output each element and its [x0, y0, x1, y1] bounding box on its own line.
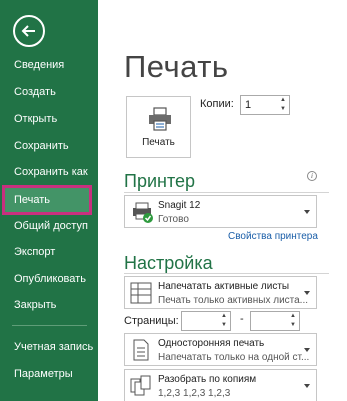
- spin-up-icon[interactable]: ▲: [277, 96, 289, 105]
- printer-section-heading: Принтер: [124, 171, 196, 191]
- spin-up-icon[interactable]: ▲: [287, 312, 299, 321]
- printer-name: Snagit 12: [158, 200, 201, 211]
- spin-down-icon[interactable]: ▼: [218, 321, 230, 330]
- backstage-sidebar: Сведения Создать Открыть Сохранить Сохра…: [0, 0, 98, 401]
- nav-new[interactable]: Создать: [0, 79, 98, 105]
- print-button-label: Печать: [142, 137, 175, 148]
- nav-account[interactable]: Учетная запись: [0, 334, 98, 360]
- nav-close[interactable]: Закрыть: [0, 292, 98, 318]
- nav-export[interactable]: Экспорт: [0, 239, 98, 265]
- printer-properties-link[interactable]: Свойства принтера: [228, 231, 318, 242]
- collate-icon: [130, 375, 151, 396]
- copies-value: 1: [245, 99, 252, 111]
- info-icon[interactable]: i: [307, 171, 317, 181]
- chevron-down-icon: [304, 210, 310, 214]
- settings-section-heading: Настройка: [124, 253, 213, 273]
- one-sided-page-icon: [133, 339, 149, 361]
- arrow-left-icon: [21, 25, 35, 37]
- nav-publish[interactable]: Опубликовать: [0, 266, 98, 292]
- printer-status: Готово: [158, 214, 189, 225]
- copies-label: Копии:: [200, 98, 234, 110]
- sides-desc: Напечатать только на одной ст...: [158, 352, 310, 363]
- collate-desc: 1,2,3 1,2,3 1,2,3: [158, 388, 231, 399]
- section-divider: [124, 192, 329, 193]
- nav-share[interactable]: Общий доступ: [0, 213, 98, 239]
- collate-title: Разобрать по копиям: [158, 374, 257, 385]
- collate-dropdown[interactable]: Разобрать по копиям 1,2,3 1,2,3 1,2,3: [124, 369, 317, 401]
- nav-options[interactable]: Параметры: [0, 361, 98, 387]
- spin-up-icon[interactable]: ▲: [218, 312, 230, 321]
- spin-down-icon[interactable]: ▼: [287, 321, 299, 330]
- nav-save-as[interactable]: Сохранить как: [0, 159, 98, 185]
- pages-range-dash: -: [240, 313, 244, 325]
- print-what-desc: Печать только активных листа...: [158, 295, 309, 306]
- nav-info[interactable]: Сведения: [0, 52, 98, 78]
- sides-title: Односторонняя печать: [158, 338, 265, 349]
- chevron-down-icon: [304, 384, 310, 388]
- copies-spinner[interactable]: 1 ▲ ▼: [240, 95, 290, 115]
- printer-icon: [149, 107, 171, 131]
- sides-dropdown[interactable]: Односторонняя печать Напечатать только н…: [124, 333, 317, 366]
- printer-device-icon: [133, 202, 153, 223]
- chevron-down-icon: [304, 291, 310, 295]
- section-divider: [124, 273, 329, 274]
- print-button[interactable]: Печать: [126, 96, 191, 158]
- sheets-icon: [130, 282, 152, 304]
- back-button[interactable]: [13, 15, 45, 47]
- print-what-dropdown[interactable]: Напечатать активные листы Печать только …: [124, 276, 317, 309]
- page-title: Печать: [124, 49, 229, 84]
- pages-to-spinner[interactable]: ▲ ▼: [250, 311, 300, 331]
- chevron-down-icon: [304, 348, 310, 352]
- spin-down-icon[interactable]: ▼: [277, 105, 289, 114]
- nav-open[interactable]: Открыть: [0, 106, 98, 132]
- nav-save[interactable]: Сохранить: [0, 133, 98, 159]
- sidebar-divider: [12, 325, 87, 326]
- print-what-title: Напечатать активные листы: [158, 281, 290, 292]
- pages-label: Страницы:: [124, 315, 179, 327]
- pages-from-spinner[interactable]: ▲ ▼: [181, 311, 231, 331]
- nav-print[interactable]: Печать: [2, 185, 92, 215]
- printer-dropdown[interactable]: Snagit 12 Готово: [124, 195, 317, 228]
